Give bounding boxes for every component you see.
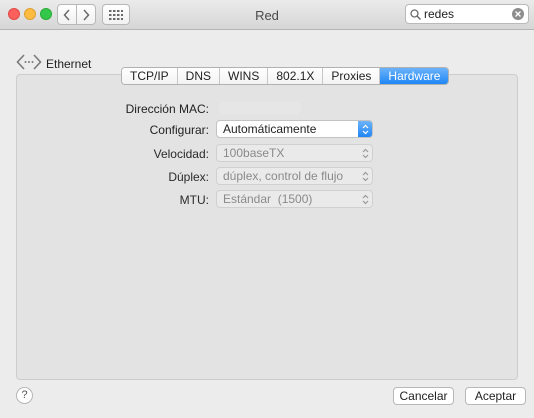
clear-search-button[interactable] — [512, 8, 524, 20]
duplex-label: Dúplex: — [168, 170, 209, 184]
mtu-label: MTU: — [179, 193, 209, 207]
configure-label: Configurar: — [149, 123, 209, 137]
device-label: Ethernet — [46, 57, 92, 71]
clear-icon — [515, 11, 521, 17]
mac-address-label: Dirección MAC: — [125, 102, 209, 116]
tab-8021x[interactable]: 802.1X — [268, 68, 324, 84]
duplex-value: dúplex, control de flujo — [223, 169, 344, 183]
updown-arrows-icon — [358, 121, 372, 137]
search-input[interactable] — [424, 7, 512, 21]
tab-dns[interactable]: DNS — [177, 68, 221, 84]
title-bar: Red — [0, 0, 534, 30]
search-field[interactable] — [405, 4, 529, 24]
speed-value: 100baseTX — [223, 146, 285, 160]
tab-proxies[interactable]: Proxies — [323, 68, 381, 84]
mtu-select: Estándar (1500) — [216, 190, 373, 208]
duplex-select: dúplex, control de flujo — [216, 167, 373, 185]
updown-arrows-icon — [358, 145, 372, 161]
updown-arrows-icon — [358, 168, 372, 184]
ethernet-icon — [16, 54, 42, 70]
tab-wins[interactable]: WINS — [220, 68, 269, 84]
cancel-button[interactable]: Cancelar — [393, 387, 454, 405]
configure-value: Automáticamente — [223, 122, 317, 136]
updown-arrows-icon — [358, 191, 372, 207]
mtu-value: Estándar (1500) — [223, 192, 313, 206]
tab-tcpip[interactable]: TCP/IP — [122, 68, 178, 84]
speed-label: Velocidad: — [153, 147, 209, 161]
help-button[interactable]: ? — [16, 387, 33, 404]
tab-bar: TCP/IP DNS WINS 802.1X Proxies Hardware — [121, 67, 450, 85]
speed-select: 100baseTX — [216, 144, 373, 162]
configure-select[interactable]: Automáticamente — [216, 120, 373, 138]
tab-hardware[interactable]: Hardware — [380, 68, 449, 84]
mac-address-value — [219, 101, 301, 115]
search-icon — [410, 8, 421, 20]
apply-button[interactable]: Aceptar — [465, 387, 526, 405]
